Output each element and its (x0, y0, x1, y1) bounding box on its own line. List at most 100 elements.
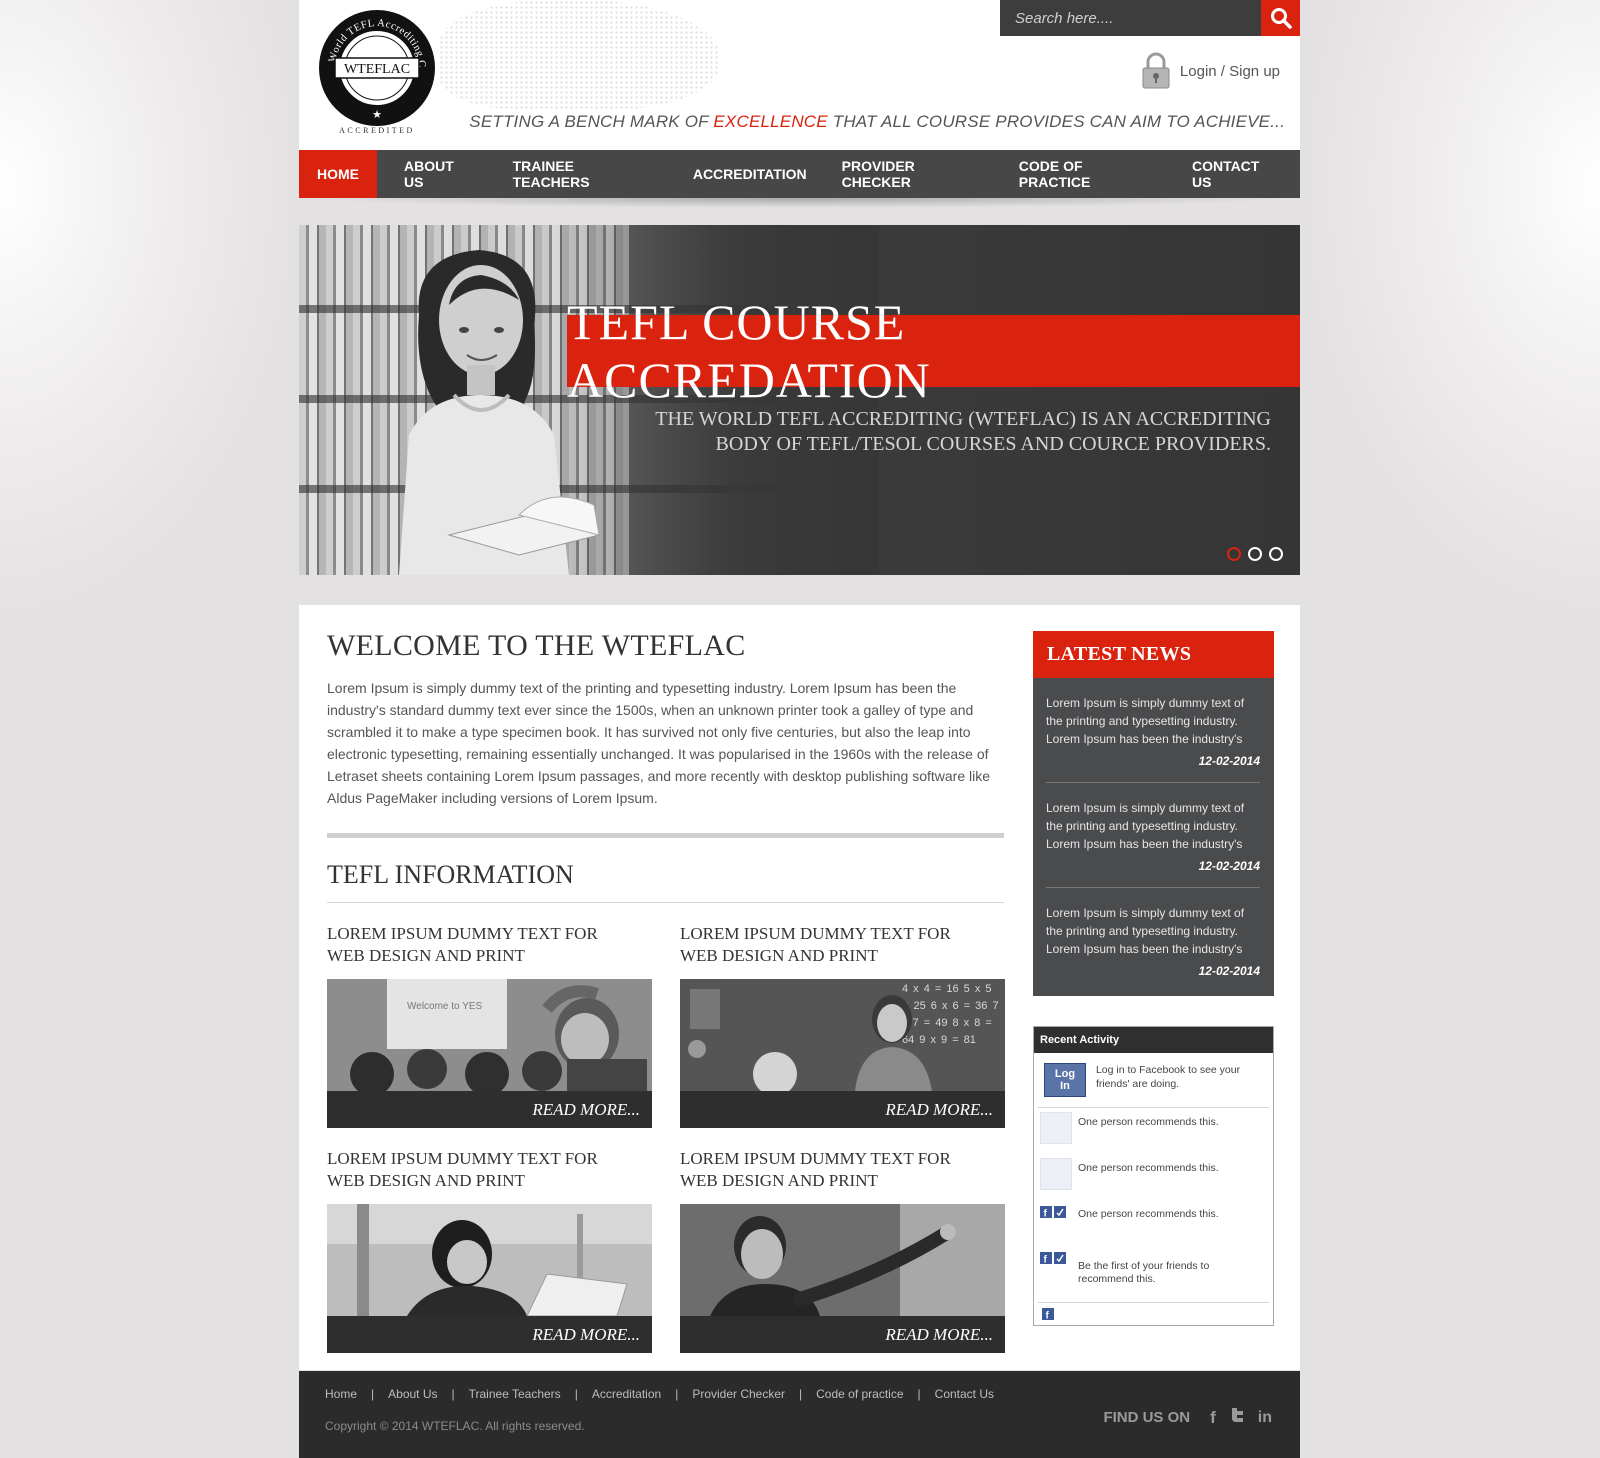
footer-link-trainee-teachers[interactable]: Trainee Teachers (469, 1387, 561, 1401)
info-card: LOREM IPSUM DUMMY TEXT FOR WEB DESIGN AND… (680, 1148, 1005, 1353)
info-card: LOREM IPSUM DUMMY TEXT FOR WEB DESIGN AND… (327, 923, 652, 1128)
main-navigation: HOME ABOUT US TRAINEE TEACHERS ACCREDITA… (299, 150, 1300, 198)
footer-link-home[interactable]: Home (325, 1387, 357, 1401)
site-logo[interactable]: World TEFL Accrediting Commission WTEFLA… (313, 2, 437, 140)
facebook-icon: f (1040, 1206, 1052, 1218)
main-column: WELCOME TO THE WTEFLAC Lorem Ipsum is si… (327, 629, 1005, 1353)
search-box (1000, 0, 1300, 36)
news-date: 12-02-2014 (1198, 859, 1260, 873)
news-list: Lorem Ipsum is simply dummy text of the … (1033, 678, 1274, 996)
read-more-link[interactable]: READ MORE... (327, 1316, 652, 1353)
background-drape-left (0, 0, 300, 620)
facebook-like-icons: f (1040, 1204, 1072, 1236)
facebook-activity-row[interactable]: f Be the first of your friends to recomm… (1034, 1246, 1273, 1302)
nav-item-trainee-teachers[interactable]: TRAINEE TEACHERS (495, 150, 672, 198)
slider-dots (1227, 547, 1283, 561)
card-image[interactable]: Welcome to YES READ MORE... (327, 979, 652, 1128)
activity-thumbnail (1040, 1158, 1072, 1190)
facebook-like-icons: f (1040, 1250, 1072, 1282)
slider-dot-2[interactable] (1248, 547, 1262, 561)
like-icon (1054, 1206, 1066, 1218)
facebook-icon: f (1040, 1252, 1052, 1264)
nav-shadow (309, 198, 1290, 208)
nav-item-contact-us[interactable]: CONTACT US (1175, 150, 1300, 198)
news-text: Lorem Ipsum is simply dummy text of the … (1046, 696, 1245, 746)
sidebar: LATEST NEWS Lorem Ipsum is simply dummy … (1033, 631, 1274, 1326)
find-us-on: FIND US ON f in (1103, 1407, 1272, 1428)
news-item[interactable]: Lorem Ipsum is simply dummy text of the … (1046, 783, 1260, 888)
twitter-icon[interactable] (1230, 1407, 1244, 1428)
tagline: SETTING A BENCH MARK OF EXCELLENCE THAT … (469, 112, 1285, 131)
site-header: World TEFL Accrediting Commission WTEFLA… (299, 0, 1300, 150)
read-more-link[interactable]: READ MORE... (680, 1316, 1005, 1353)
card-image[interactable]: READ MORE... (680, 1204, 1005, 1353)
read-more-link[interactable]: READ MORE... (680, 1091, 1005, 1128)
hero-subtitle: THE WORLD TEFL ACCREDITING (WTEFLAC) IS … (655, 408, 1271, 455)
facebook-activity-widget: Recent Activity Log In Log in to Faceboo… (1033, 1026, 1274, 1326)
facebook-login-button[interactable]: Log In (1044, 1063, 1086, 1097)
slider-dot-3[interactable] (1269, 547, 1283, 561)
activity-thumbnail (1040, 1112, 1072, 1144)
news-date: 12-02-2014 (1198, 964, 1260, 978)
slider-dot-1[interactable] (1227, 547, 1241, 561)
card-title: LOREM IPSUM DUMMY TEXT FOR WEB DESIGN AND… (327, 1149, 598, 1190)
background-drape-right (1300, 0, 1600, 620)
card-title: LOREM IPSUM DUMMY TEXT FOR WEB DESIGN AND… (680, 924, 951, 965)
footer-link-accreditation[interactable]: Accreditation (592, 1387, 661, 1401)
lock-icon (1142, 52, 1170, 89)
tefl-information-title: TEFL INFORMATION (327, 860, 1004, 903)
search-icon (1270, 8, 1292, 29)
hero-title: TEFL COURSE ACCREDATION (567, 294, 1300, 408)
nav-item-home[interactable]: HOME (299, 150, 377, 198)
welcome-title: WELCOME TO THE WTEFLAC (327, 629, 746, 662)
copyright-text: Copyright © 2014 WTEFLAC. All rights res… (325, 1419, 585, 1433)
login-label: Login / Sign up (1179, 62, 1280, 80)
news-item[interactable]: Lorem Ipsum is simply dummy text of the … (1046, 678, 1260, 783)
news-text: Lorem Ipsum is simply dummy text of the … (1046, 906, 1245, 956)
card-image[interactable]: 4 x 4 = 16 5 x 5 = 25 6 x 6 = 36 7 x 7 =… (680, 979, 1005, 1128)
linkedin-icon[interactable]: in (1258, 1409, 1272, 1427)
like-icon (1054, 1252, 1066, 1264)
search-input[interactable] (1000, 0, 1261, 36)
footer-link-provider-checker[interactable]: Provider Checker (692, 1387, 785, 1401)
news-item[interactable]: Lorem Ipsum is simply dummy text of the … (1046, 888, 1260, 992)
tagline-highlight: EXCELLENCE (713, 112, 828, 131)
svg-text:★: ★ (372, 109, 382, 121)
facebook-activity-row[interactable]: f One person recommends this. (1034, 1200, 1273, 1246)
read-more-link[interactable]: READ MORE... (327, 1091, 652, 1128)
facebook-icon[interactable]: f (1210, 1408, 1216, 1428)
facebook-icon[interactable]: f (1042, 1308, 1054, 1322)
world-map-graphic (439, 0, 719, 110)
section-divider (327, 833, 1004, 838)
footer-link-contact-us[interactable]: Contact Us (935, 1387, 994, 1401)
footer-links: Home | About Us | Trainee Teachers | Acc… (325, 1387, 995, 1401)
facebook-widget-title: Recent Activity (1034, 1027, 1273, 1053)
login-signup-link[interactable]: Login / Sign up (1140, 52, 1280, 90)
logo-name: WTEFLAC (344, 62, 410, 77)
news-text: Lorem Ipsum is simply dummy text of the … (1046, 801, 1245, 851)
page-container: World TEFL Accrediting Commission WTEFLA… (299, 0, 1300, 1370)
hero-slider: TEFL COURSE ACCREDATION THE WORLD TEFL A… (299, 225, 1300, 575)
nav-item-about-us[interactable]: ABOUT US (377, 150, 495, 198)
info-cards: LOREM IPSUM DUMMY TEXT FOR WEB DESIGN AND… (327, 923, 1005, 1353)
logo-accredited-label: ACCREDITED (339, 126, 415, 135)
info-card: LOREM IPSUM DUMMY TEXT FOR WEB DESIGN AND… (680, 923, 1005, 1128)
nav-item-code-of-practice[interactable]: CODE OF PRACTICE (1005, 150, 1175, 198)
find-us-label: FIND US ON (1103, 1409, 1191, 1426)
search-button[interactable] (1261, 0, 1300, 36)
teacher-pointing-photo (680, 1204, 1005, 1316)
classroom-children-photo: Welcome to YES (327, 979, 652, 1091)
card-image[interactable]: READ MORE... (327, 1204, 652, 1353)
svg-text:Welcome to YES: Welcome to YES (407, 1001, 483, 1012)
card-title: LOREM IPSUM DUMMY TEXT FOR WEB DESIGN AND… (680, 1149, 951, 1190)
latest-news-title: LATEST NEWS (1033, 631, 1274, 678)
news-date: 12-02-2014 (1198, 754, 1260, 768)
facebook-activity-row[interactable]: One person recommends this. (1034, 1108, 1273, 1154)
nav-item-provider-checker[interactable]: PROVIDER CHECKER (825, 150, 1005, 198)
nav-item-accreditation[interactable]: ACCREDITATION (672, 150, 825, 198)
facebook-activity-row[interactable]: One person recommends this. (1034, 1154, 1273, 1200)
footer-link-code-of-practice[interactable]: Code of practice (816, 1387, 903, 1401)
info-card: LOREM IPSUM DUMMY TEXT FOR WEB DESIGN AND… (327, 1148, 652, 1353)
latest-news-panel: LATEST NEWS Lorem Ipsum is simply dummy … (1033, 631, 1274, 996)
footer-link-about-us[interactable]: About Us (388, 1387, 437, 1401)
